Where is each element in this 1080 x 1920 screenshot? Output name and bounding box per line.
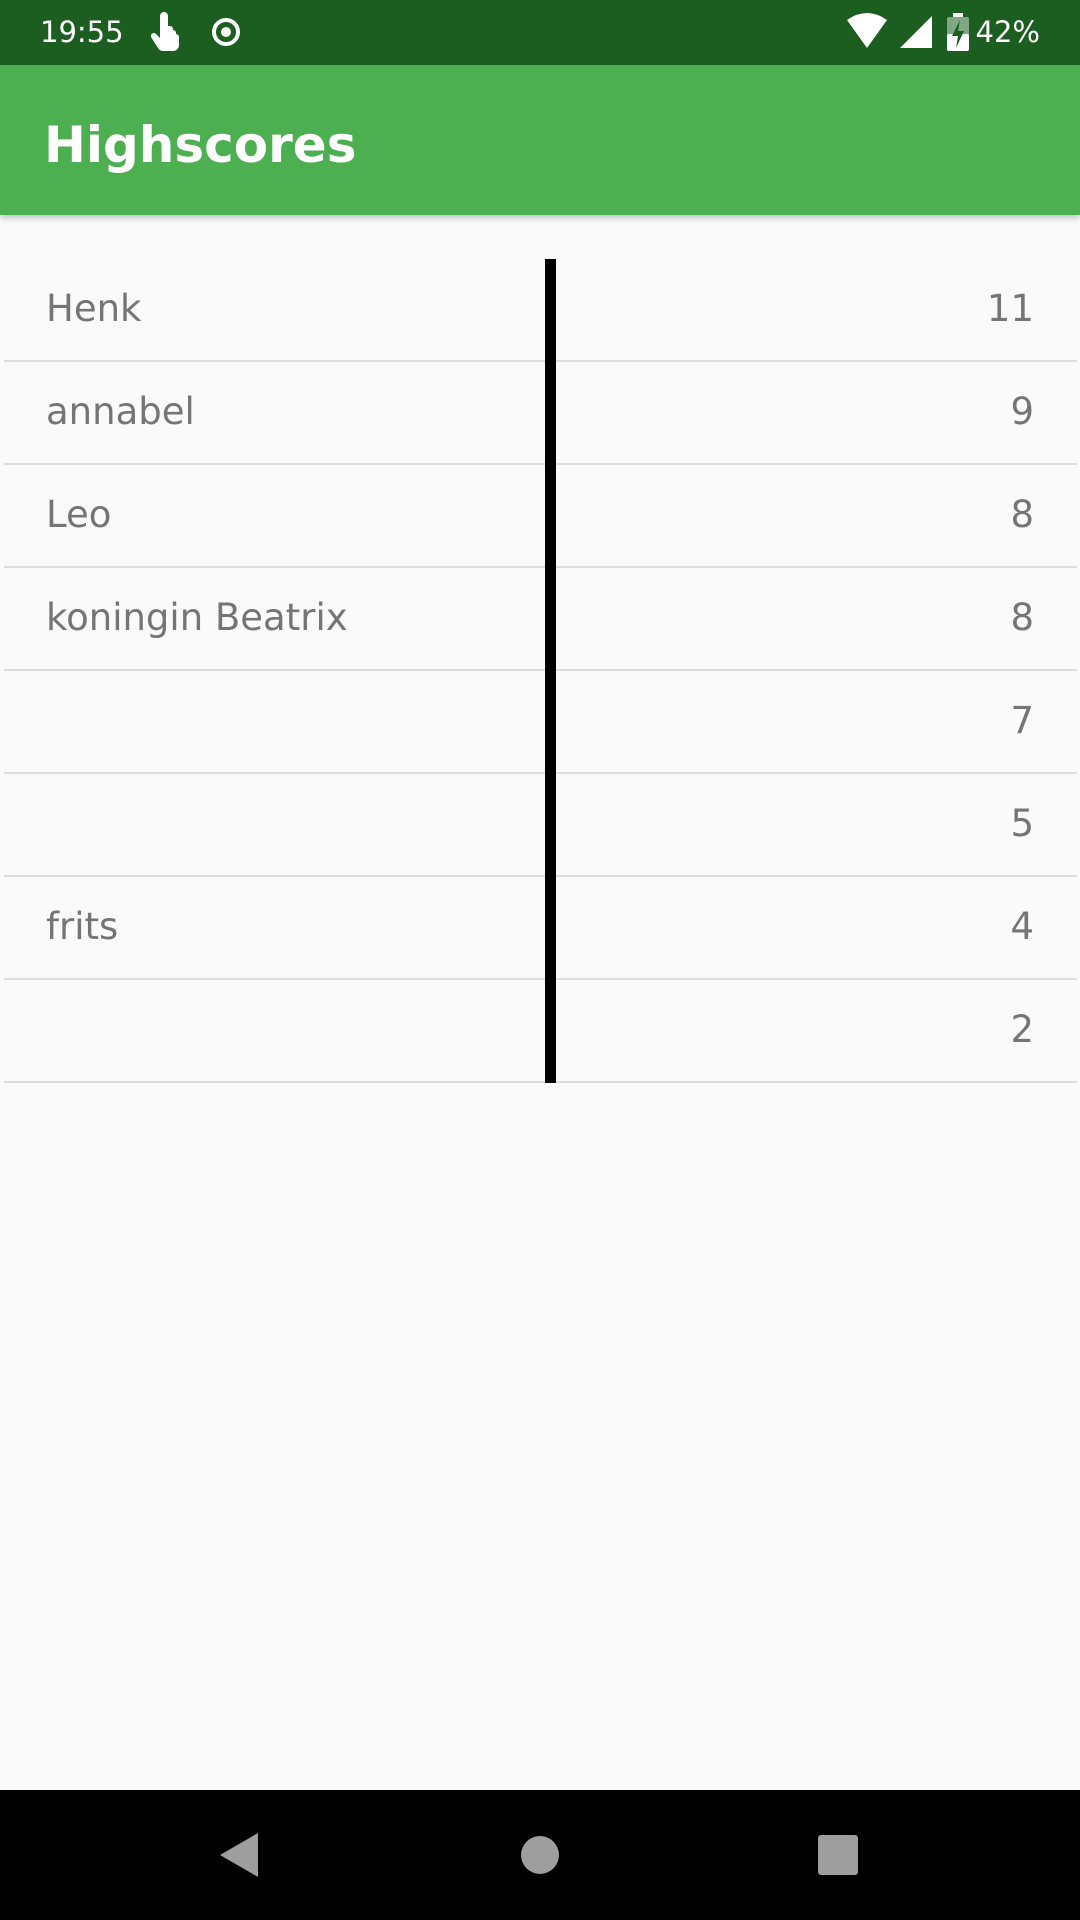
navigation-bar bbox=[0, 1790, 1080, 1920]
list-item[interactable]: frits 4 bbox=[4, 877, 1077, 980]
list-item[interactable]: 2 bbox=[4, 980, 1077, 1083]
player-score: 5 bbox=[1010, 802, 1034, 845]
column-divider bbox=[545, 877, 556, 980]
list-item[interactable]: Leo 8 bbox=[4, 465, 1077, 568]
status-time: 19:55 bbox=[40, 15, 124, 49]
player-score: 7 bbox=[1010, 699, 1034, 742]
record-icon bbox=[206, 12, 246, 52]
home-icon[interactable] bbox=[510, 1825, 570, 1885]
back-icon[interactable] bbox=[210, 1825, 270, 1885]
signal-icon bbox=[896, 12, 936, 52]
recents-icon[interactable] bbox=[808, 1825, 868, 1885]
battery-percent: 42% bbox=[975, 15, 1040, 49]
player-name: Leo bbox=[46, 493, 112, 536]
page-title: Highscores bbox=[44, 116, 357, 174]
column-divider bbox=[545, 980, 556, 1083]
score-list: Henk 11 annabel 9 Leo 8 koningin Beatrix… bbox=[4, 259, 1077, 1083]
player-name: Henk bbox=[46, 287, 142, 330]
player-name: annabel bbox=[46, 390, 195, 433]
player-score: 11 bbox=[986, 287, 1034, 330]
player-name: koningin Beatrix bbox=[46, 596, 348, 639]
player-score: 8 bbox=[1010, 596, 1034, 639]
column-divider bbox=[545, 465, 556, 568]
column-divider bbox=[545, 362, 556, 465]
wifi-icon bbox=[846, 12, 888, 52]
list-item[interactable]: annabel 9 bbox=[4, 362, 1077, 465]
player-score: 9 bbox=[1010, 390, 1034, 433]
player-score: 2 bbox=[1010, 1008, 1034, 1051]
app-bar: Highscores bbox=[0, 65, 1080, 215]
status-bar: 19:55 42% bbox=[0, 0, 1080, 65]
column-divider bbox=[545, 568, 556, 671]
column-divider bbox=[545, 259, 556, 362]
list-item[interactable]: Henk 11 bbox=[4, 259, 1077, 362]
list-item[interactable]: koningin Beatrix 8 bbox=[4, 568, 1077, 671]
player-score: 8 bbox=[1010, 493, 1034, 536]
touch-icon bbox=[146, 12, 186, 52]
battery-charging-icon bbox=[944, 12, 972, 52]
column-divider bbox=[545, 671, 556, 774]
list-item[interactable]: 7 bbox=[4, 671, 1077, 774]
player-name: frits bbox=[46, 905, 119, 948]
column-divider bbox=[545, 774, 556, 877]
list-item[interactable]: 5 bbox=[4, 774, 1077, 877]
player-score: 4 bbox=[1010, 905, 1034, 948]
